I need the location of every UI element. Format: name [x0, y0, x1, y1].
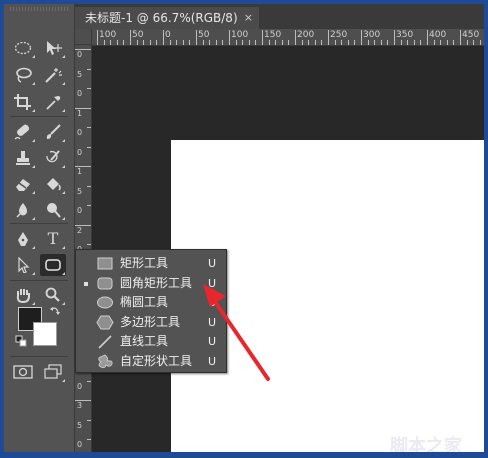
watermark-brand: 脚本之家 — [390, 436, 462, 452]
photoshop-window: T 未标题-1 @ 66.7%(RGB/8) × 100 50 0 50 100… — [4, 4, 484, 452]
annotation-arrow — [203, 284, 270, 381]
